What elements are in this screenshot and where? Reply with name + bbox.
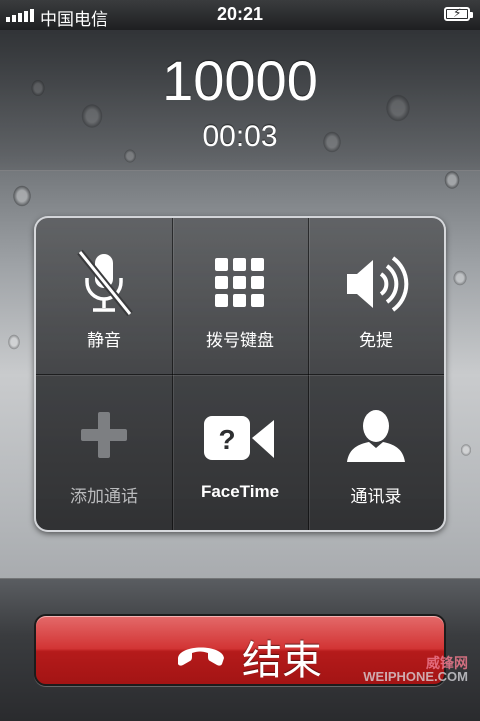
contacts-button[interactable]: 通讯录: [308, 374, 444, 530]
plus-icon: [81, 412, 127, 458]
svg-text:?: ?: [218, 424, 235, 455]
facetime-camera-icon: ?: [204, 416, 274, 460]
mute-label: 静音: [87, 331, 121, 350]
dialpad-label: 拨号键盘: [206, 331, 274, 350]
charging-bolt-icon: ⚡: [453, 6, 462, 20]
add-call-button[interactable]: 添加通话: [36, 374, 172, 530]
status-time: 20:21: [216, 4, 264, 24]
status-bar: 中国电信 20:21 ⚡: [0, 0, 480, 30]
watermark-line-2: WEIPHONE.COM: [363, 669, 468, 684]
watermark: 威锋网 WEIPHONE.COM: [363, 656, 468, 684]
watermark-line-1: 威锋网: [426, 655, 468, 671]
facetime-label: FaceTime: [200, 482, 280, 501]
battery-icon: ⚡: [444, 6, 473, 21]
keypad-grid-icon: [215, 258, 264, 307]
call-header: 10000 00:03: [0, 30, 480, 171]
mute-microphone-icon: [77, 249, 133, 317]
contacts-label: 通讯录: [350, 487, 402, 506]
speaker-button[interactable]: 免提: [308, 218, 444, 374]
call-duration: 00:03: [202, 120, 278, 153]
dialpad-button[interactable]: 拨号键盘: [172, 218, 308, 374]
speaker-icon: [347, 256, 409, 312]
speaker-label: 免提: [359, 331, 393, 350]
end-call-label: 结束: [242, 639, 322, 683]
contact-person-icon: [347, 410, 405, 462]
in-call-options-panel: 静音 拨号键盘 免提 添加通话 ? FaceTime 通讯录: [34, 216, 446, 532]
facetime-button[interactable]: ? FaceTime: [172, 374, 308, 530]
add-call-label: 添加通话: [70, 487, 138, 506]
hang-up-phone-icon: [178, 647, 224, 666]
caller-number: 10000: [162, 49, 318, 112]
mute-button[interactable]: 静音: [36, 218, 172, 374]
